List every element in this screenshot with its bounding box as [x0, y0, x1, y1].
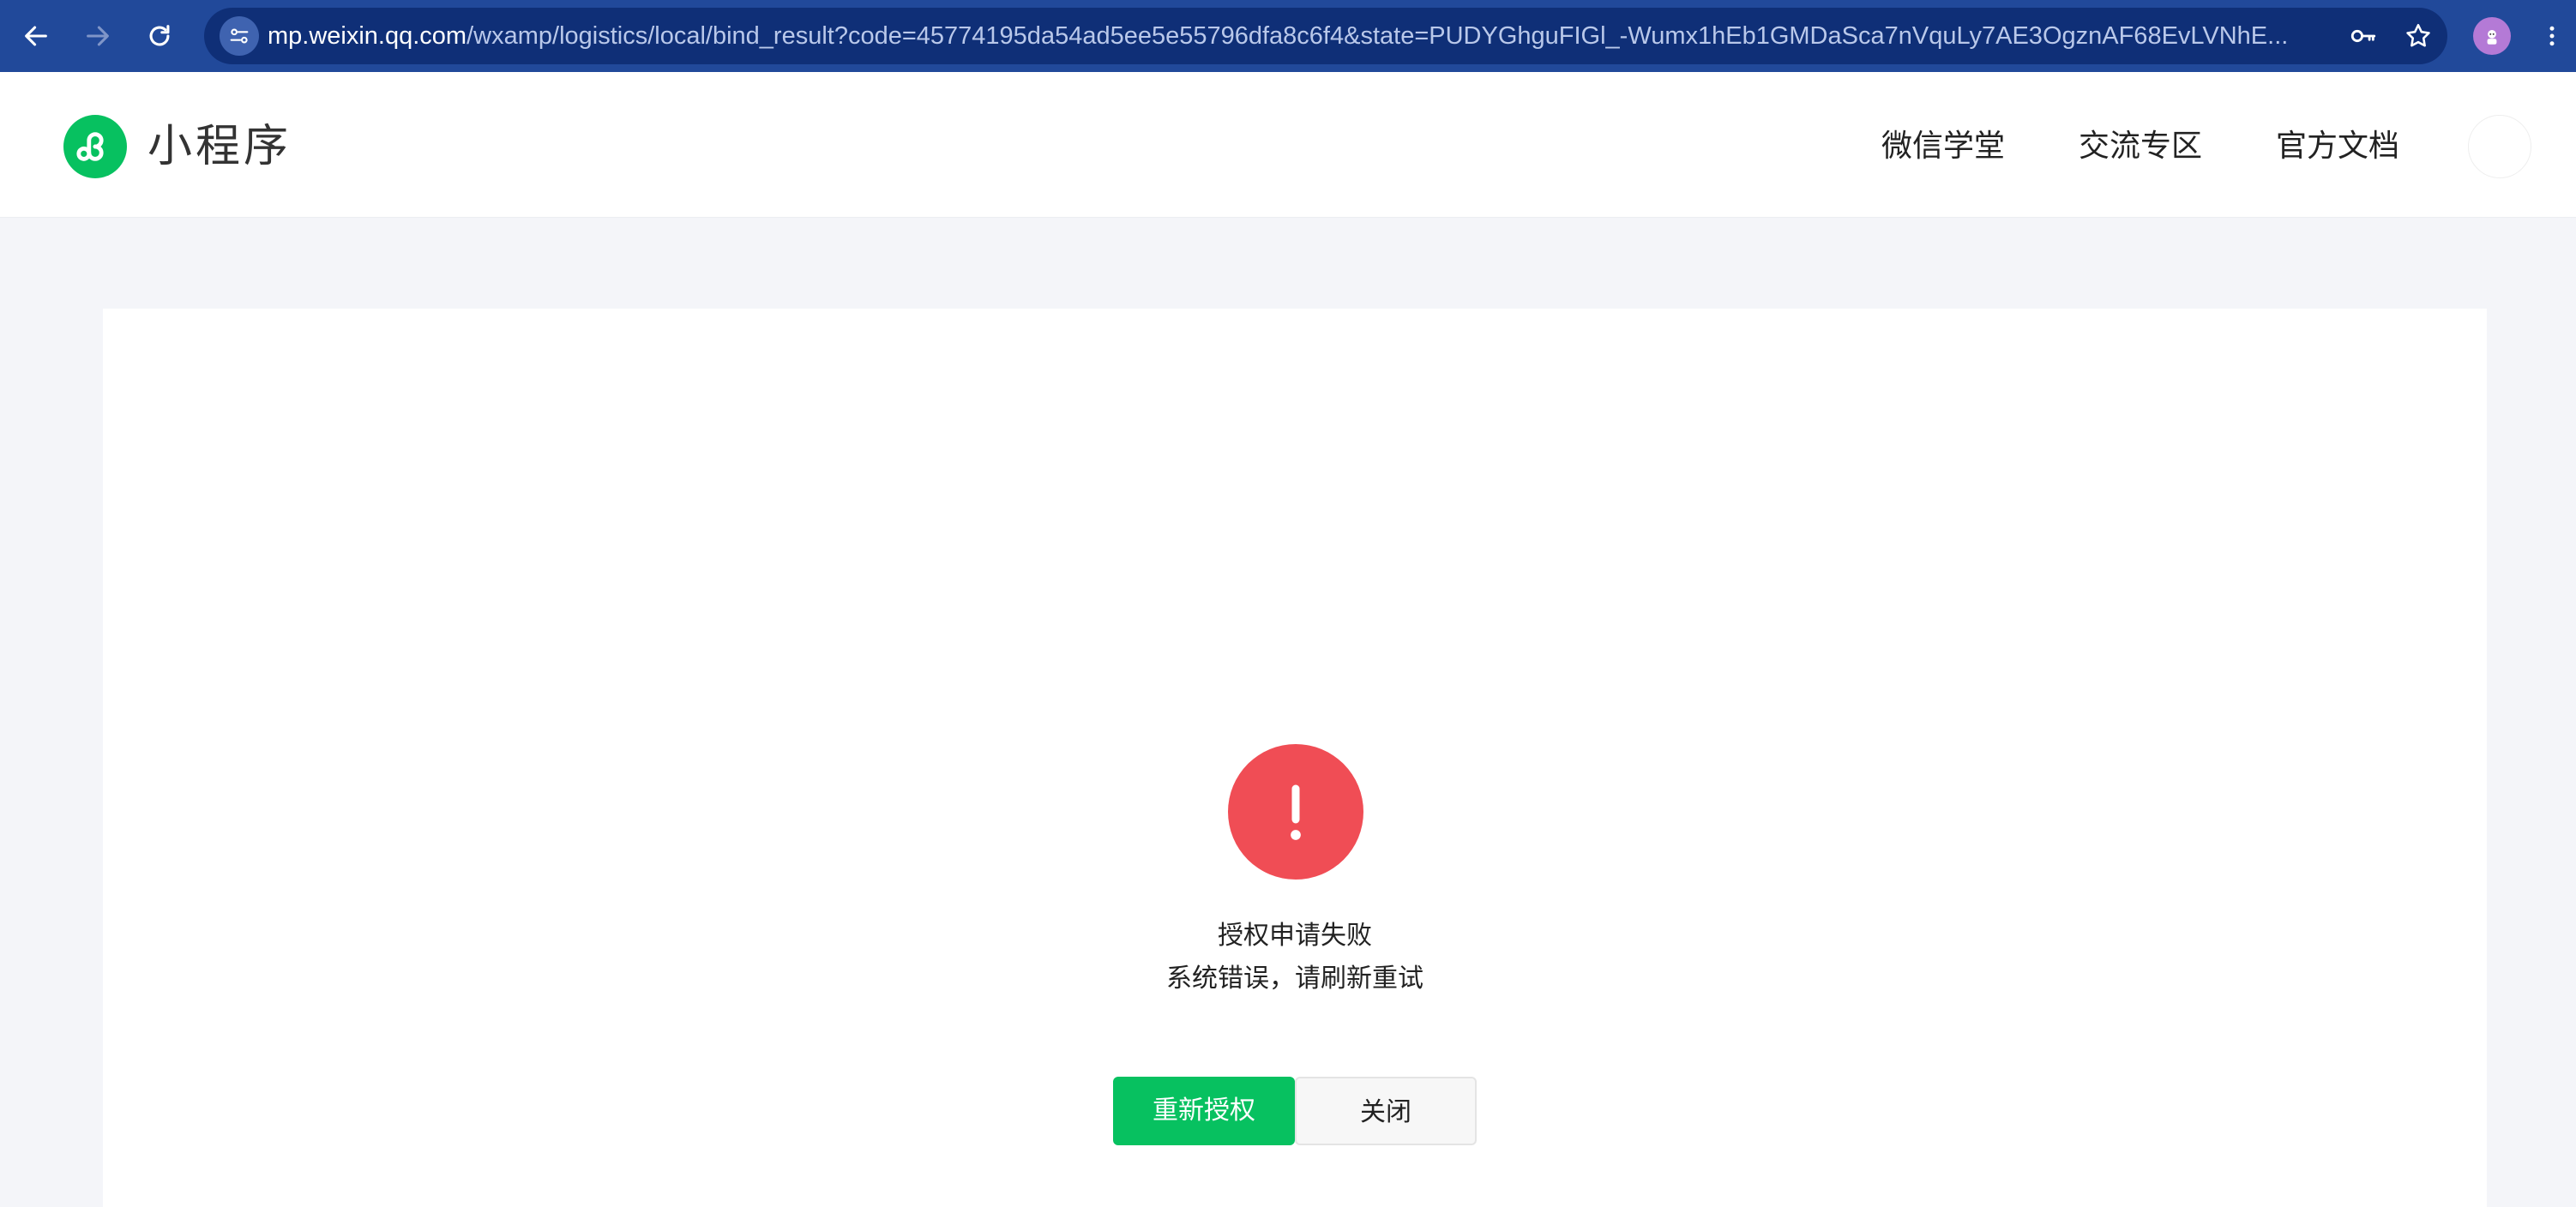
- mini-program-logo-icon: [76, 132, 104, 161]
- profile-avatar-icon: [2487, 29, 2497, 45]
- forward-button[interactable]: [74, 12, 122, 60]
- exclamation-icon: [1291, 784, 1301, 840]
- star-icon: [2406, 23, 2430, 47]
- profile-avatar[interactable]: [2473, 17, 2511, 55]
- reload-icon: [149, 25, 170, 46]
- result-description: 系统错误，请刷新重试: [1166, 964, 1423, 994]
- back-icon: [25, 26, 47, 46]
- site-settings-button[interactable]: [220, 16, 259, 56]
- browser-menu-button[interactable]: [2535, 15, 2569, 57]
- site-header: 小程序 微信学堂 交流专区 官方文档: [0, 72, 2576, 218]
- brand-title: 小程序: [147, 121, 292, 172]
- bookmark-button[interactable]: [2401, 19, 2435, 53]
- back-button[interactable]: [12, 12, 60, 60]
- browser-toolbar: mp.weixin.qq.com/wxamp/logistics/local/b…: [0, 0, 2576, 72]
- site-settings-icon: [230, 28, 249, 44]
- forward-icon: [87, 26, 109, 46]
- close-button[interactable]: 关闭: [1295, 1077, 1477, 1145]
- nav-official-docs[interactable]: 官方文档: [2276, 123, 2399, 170]
- password-key-button[interactable]: [2346, 19, 2380, 53]
- url-host: mp.weixin.qq.com: [268, 22, 467, 50]
- mini-program-logo[interactable]: [63, 115, 127, 178]
- reauthorize-button[interactable]: 重新授权: [1113, 1077, 1295, 1145]
- result-title: 授权申请失败: [1218, 921, 1372, 951]
- nav-community[interactable]: 交流专区: [2079, 123, 2202, 170]
- user-avatar[interactable]: [2468, 115, 2531, 178]
- result-card: 授权申请失败 系统错误，请刷新重试 重新授权 关闭: [103, 309, 2487, 1207]
- menu-dots-icon: [2549, 26, 2555, 46]
- url-path: /wxamp/logistics/local/bind_result?code=…: [466, 22, 2289, 50]
- error-icon: [1228, 744, 1363, 880]
- nav-weixin-school[interactable]: 微信学堂: [1881, 123, 2005, 170]
- address-bar[interactable]: mp.weixin.qq.com/wxamp/logistics/local/b…: [204, 8, 2447, 64]
- url-text[interactable]: mp.weixin.qq.com/wxamp/logistics/local/b…: [268, 8, 2334, 64]
- reload-button[interactable]: [135, 12, 184, 60]
- key-icon: [2350, 29, 2376, 43]
